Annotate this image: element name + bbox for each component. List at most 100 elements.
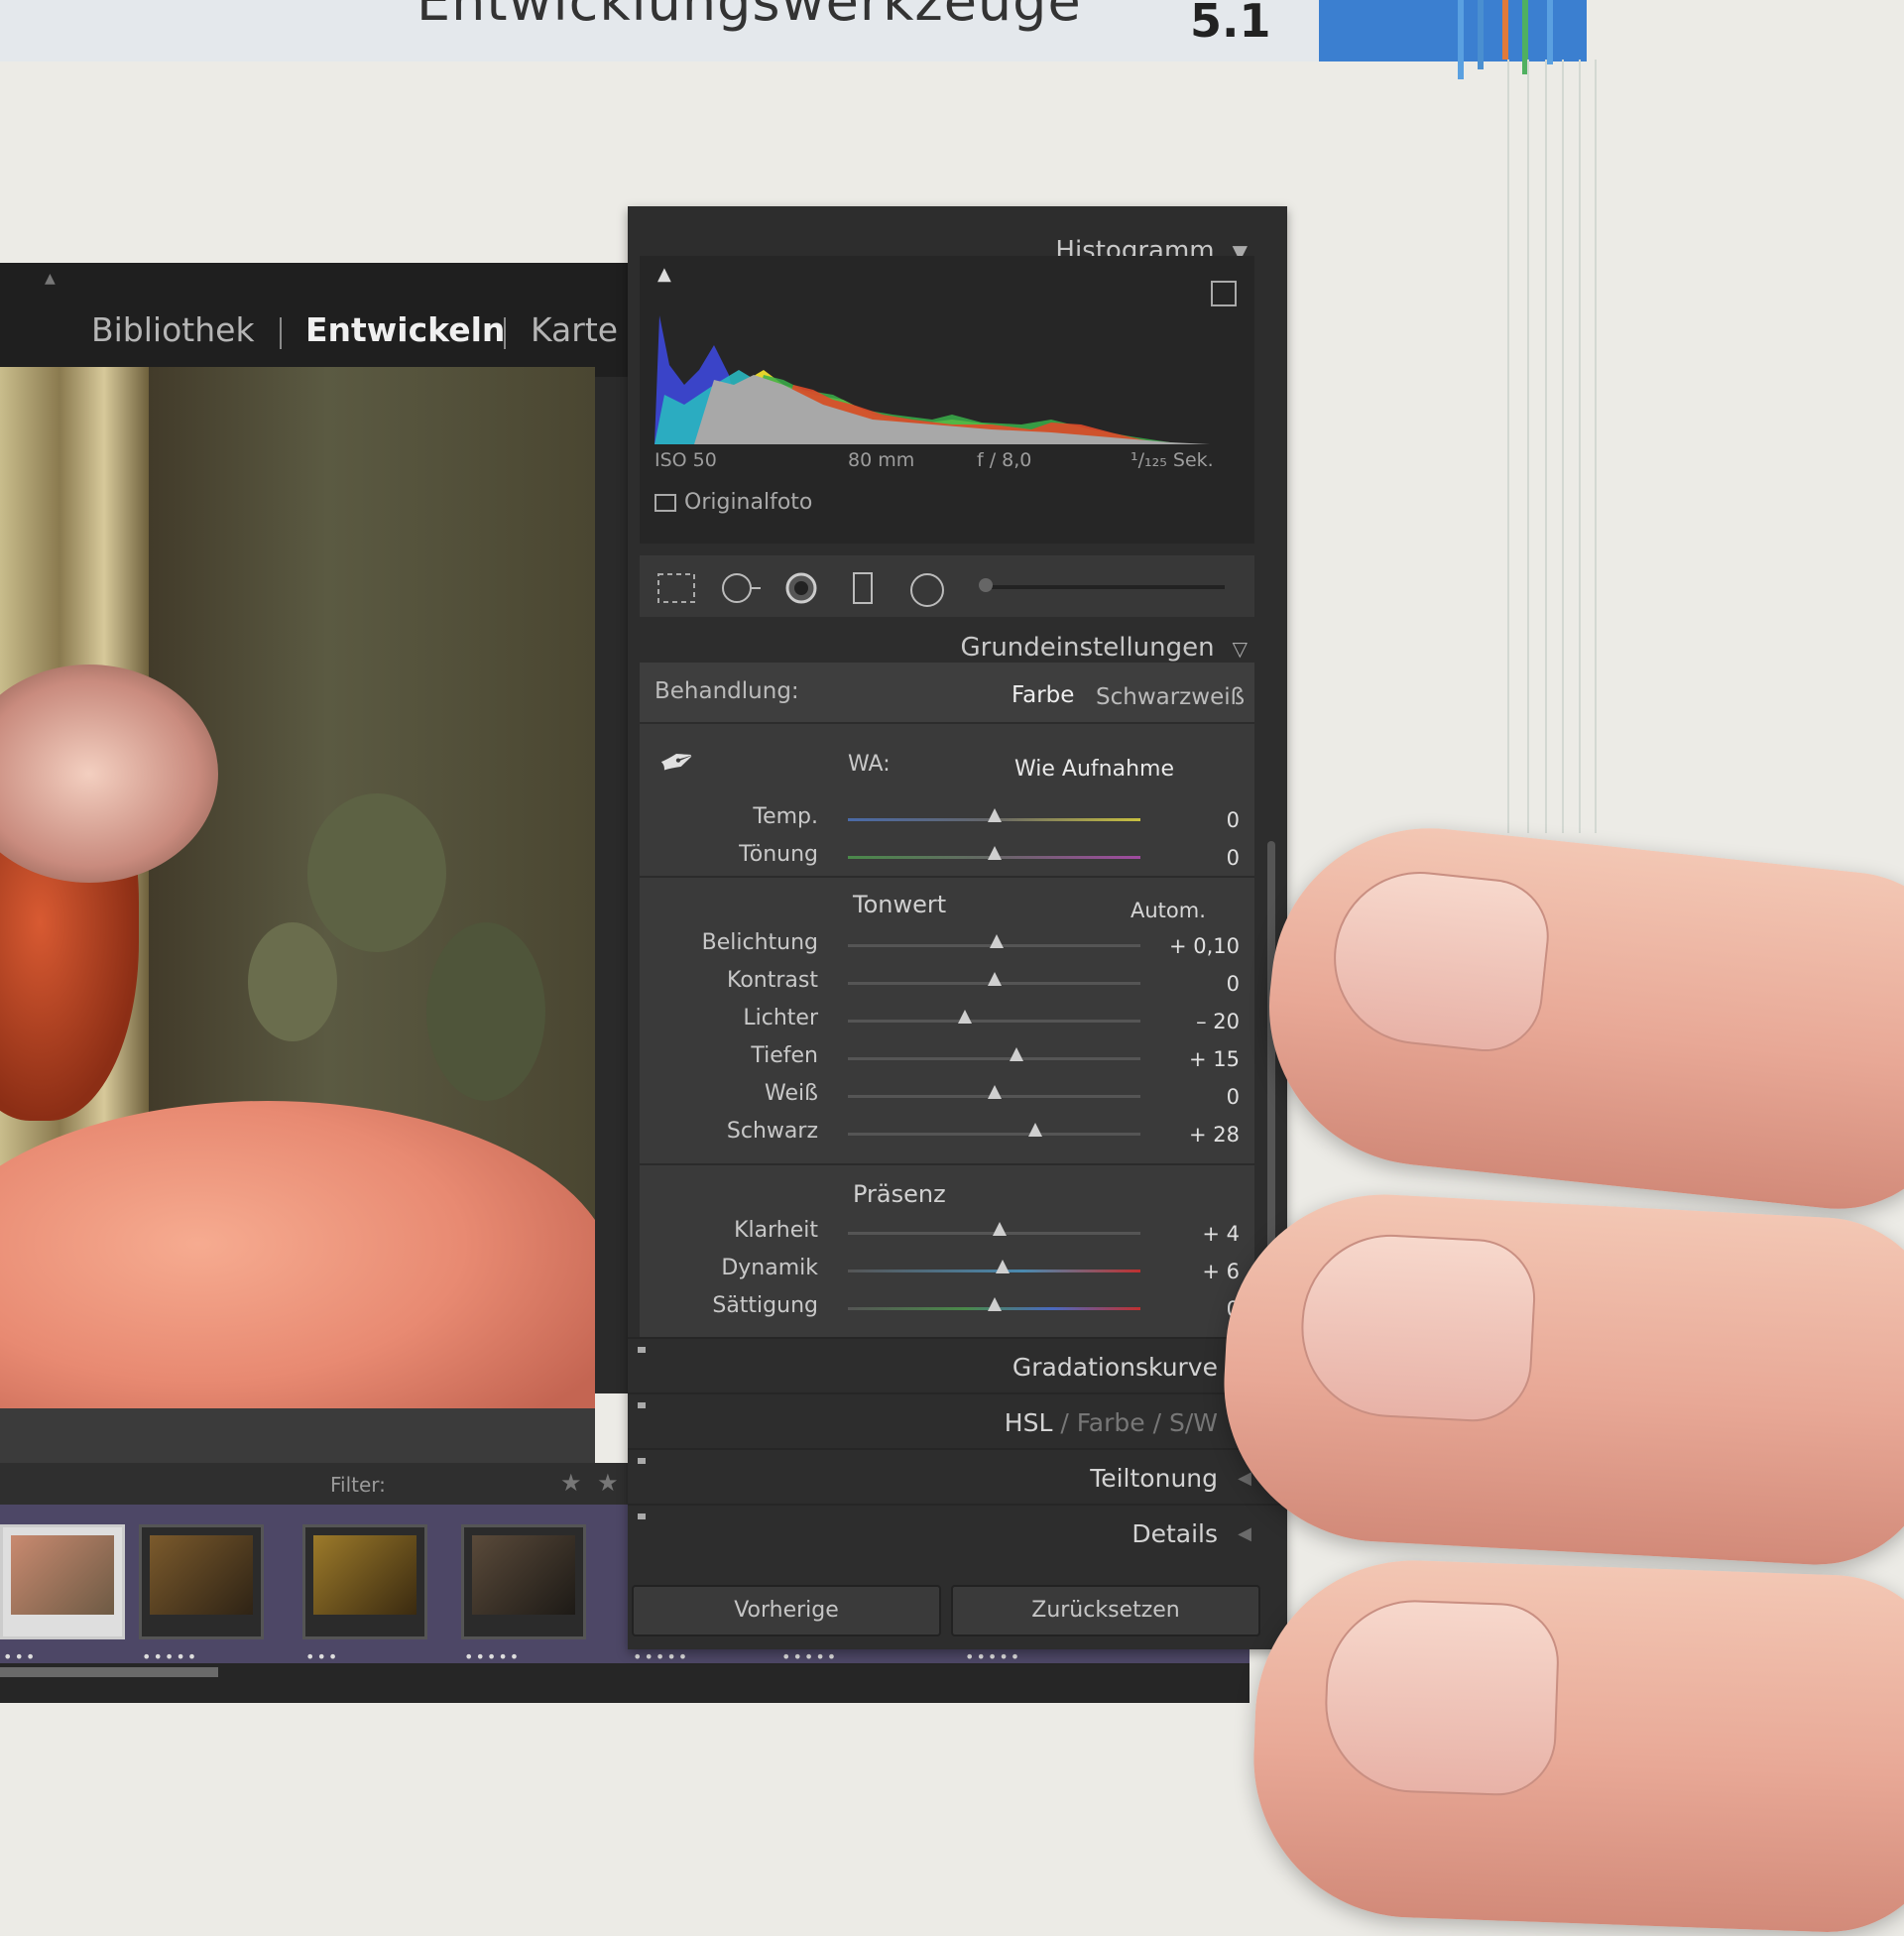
slider-value[interactable]: 0 <box>1160 1297 1240 1321</box>
split-toning-section[interactable]: Teiltonung ◀ <box>628 1448 1287 1506</box>
slider-handle[interactable] <box>993 1222 1008 1236</box>
white-balance-eyedropper-icon[interactable]: ✒ <box>652 732 703 792</box>
fingernail <box>1325 863 1555 1057</box>
finger <box>1253 812 1904 1221</box>
slider-value[interactable]: 0 <box>1160 846 1240 870</box>
section-divider <box>640 1163 1254 1165</box>
radial-filter-icon[interactable] <box>907 570 947 610</box>
lightroom-window: ▲ Bibliothek Entwickeln Karte Filter: ★ … <box>0 263 1250 1703</box>
slider-value[interactable]: + 0,10 <box>1160 934 1240 958</box>
expand-triangle-icon: ◀ <box>1238 1468 1251 1489</box>
filmstrip-thumbnail[interactable]: ••••• <box>461 1524 586 1666</box>
finger <box>1248 1554 1904 1936</box>
tone-curve-section[interactable]: Gradationskurve ◀ <box>628 1337 1287 1394</box>
slider-value[interactable]: 0 <box>1160 808 1240 832</box>
hsl-section-labels: HSL / Farbe / S/W <box>1004 1408 1218 1437</box>
original-photo-label: Originalfoto <box>684 490 813 515</box>
slider-handle[interactable] <box>996 1260 1011 1273</box>
tab-develop[interactable]: Entwickeln <box>305 310 505 349</box>
slider-handle[interactable] <box>987 1297 1002 1311</box>
tone-curve-title: Gradationskurve <box>1012 1353 1218 1382</box>
split-toning-title: Teiltonung <box>1090 1464 1218 1493</box>
slider-handle[interactable] <box>1009 1047 1023 1061</box>
red-eye-icon[interactable] <box>783 570 819 606</box>
filmstrip-thumbnail[interactable]: ••••• <box>139 1524 264 1666</box>
filter-label: Filter: <box>330 1473 386 1497</box>
slider-track[interactable] <box>848 1020 1140 1023</box>
treatment-label: Behandlung: <box>654 678 799 704</box>
slider-value[interactable]: 0 <box>1160 1085 1240 1109</box>
develop-tool-strip <box>640 555 1254 617</box>
treatment-row: Behandlung: Farbe Schwarzweiß <box>640 663 1254 724</box>
basic-panel-header[interactable]: Grundeinstellungen ▽ <box>960 633 1248 663</box>
histogram-shutter: ¹/₁₂₅ Sek. <box>1130 449 1214 471</box>
filmstrip-thumbnail[interactable]: ••• <box>302 1524 427 1666</box>
filmstrip-scrollbar[interactable] <box>0 1667 218 1677</box>
checkbox-icon[interactable] <box>654 494 676 512</box>
slider-handle[interactable] <box>987 972 1002 986</box>
collapse-arrow-icon[interactable]: ▲ <box>45 271 56 287</box>
slider-value[interactable]: + 15 <box>1160 1047 1240 1071</box>
slider-track[interactable] <box>848 1270 1140 1272</box>
adjustment-brush-slider[interactable] <box>979 578 1225 592</box>
white-balance-dropdown[interactable]: Wie Aufnahme <box>1014 757 1174 782</box>
original-photo-toggle[interactable]: Originalfoto <box>654 490 812 515</box>
develop-right-panel: Histogramm ▼ ▲ ISO 50 80 mm f / 8,0 ¹/₁₂₅… <box>628 206 1287 1649</box>
panel-marker-icon <box>638 1513 646 1519</box>
slider-value[interactable]: + 4 <box>1160 1222 1240 1246</box>
fingernail <box>1322 1597 1561 1798</box>
slider-label: Schwarz <box>726 1119 818 1144</box>
tab-map[interactable]: Karte <box>531 310 618 349</box>
slider-handle[interactable] <box>990 934 1005 948</box>
previous-button[interactable]: Vorherige <box>632 1585 941 1636</box>
slider-value[interactable]: + 6 <box>1160 1260 1240 1283</box>
details-section[interactable]: Details ◀ <box>628 1504 1287 1561</box>
slider-label: Tönung <box>739 842 818 867</box>
slider-value[interactable]: + 28 <box>1160 1123 1240 1147</box>
reset-button[interactable]: Zurücksetzen <box>951 1585 1260 1636</box>
auto-tone-button[interactable]: Autom. <box>1130 899 1206 922</box>
photo-subject-hat <box>0 665 218 883</box>
basic-panel-title: Grundeinstellungen <box>960 633 1215 663</box>
hsl-color-tab[interactable]: Farbe <box>1077 1408 1145 1437</box>
chapter-title: Entwicklungswerkzeuge <box>416 0 1082 33</box>
hsl-tab[interactable]: HSL <box>1005 1408 1053 1437</box>
slider-value[interactable]: 0 <box>1160 972 1240 996</box>
panel-marker-icon <box>638 1458 646 1464</box>
slider-value[interactable]: – 20 <box>1160 1010 1240 1033</box>
tab-library[interactable]: Bibliothek <box>91 310 255 349</box>
book-page-header: Entwicklungswerkzeuge 5.1 <box>0 0 1319 61</box>
spot-removal-icon[interactable] <box>719 570 763 606</box>
tab-separator <box>280 317 282 349</box>
section-divider <box>640 876 1254 878</box>
slider-label: Tiefen <box>751 1043 818 1068</box>
slider-label: Belichtung <box>701 930 818 955</box>
filmstrip-thumbnail[interactable]: ••• <box>0 1524 125 1666</box>
hsl-bw-tab[interactable]: S/W <box>1169 1408 1218 1437</box>
panel-marker-icon <box>638 1402 646 1408</box>
collapse-triangle-icon: ▽ <box>1232 637 1248 661</box>
slider-track[interactable] <box>848 1133 1140 1136</box>
book-page-edges <box>1488 0 1646 853</box>
crop-tool-icon[interactable] <box>654 570 698 606</box>
hsl-section[interactable]: HSL / Farbe / S/W ◀ <box>628 1392 1287 1450</box>
slider-handle[interactable] <box>1027 1123 1042 1137</box>
treatment-bw-button[interactable]: Schwarzweiß <box>1096 684 1245 710</box>
filter-star-icons[interactable]: ★ ★ <box>560 1469 623 1497</box>
adjustment-brush-icon[interactable] <box>979 578 993 592</box>
histogram-panel: ▲ ISO 50 80 mm f / 8,0 ¹/₁₂₅ Sek. Origin… <box>640 256 1254 544</box>
chapter-number: 5.1 <box>1190 0 1271 48</box>
photo-toolbar <box>0 1408 595 1468</box>
slider-track[interactable] <box>848 1057 1140 1060</box>
slider-handle[interactable] <box>987 808 1002 822</box>
treatment-color-button[interactable]: Farbe <box>1012 682 1074 708</box>
graduated-filter-icon[interactable] <box>848 570 878 606</box>
main-photo-preview[interactable] <box>0 367 595 1408</box>
slider-label: Weiß <box>765 1081 818 1106</box>
slider-label: Sättigung <box>712 1293 818 1318</box>
histogram-iso: ISO 50 <box>654 449 717 471</box>
slider-handle[interactable] <box>987 1085 1002 1099</box>
slider-handle[interactable] <box>958 1010 972 1024</box>
slider-label: Klarheit <box>734 1218 818 1243</box>
slider-handle[interactable] <box>987 846 1002 860</box>
